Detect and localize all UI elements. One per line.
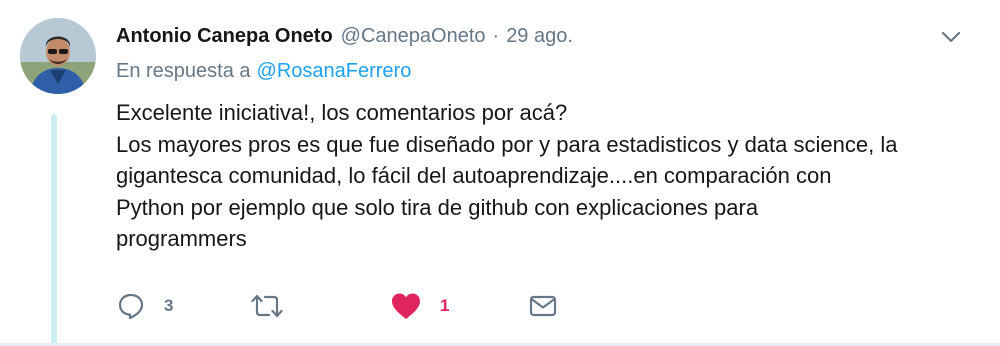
tweet-text: Excelente iniciativa!, los comentarios p… (116, 97, 986, 255)
like-button[interactable]: 1 (390, 289, 449, 323)
speech-bubble-icon (118, 293, 144, 320)
avatar-photo (20, 18, 96, 94)
tweet-card[interactable]: Antonio Canepa Oneto @CanepaOneto · 29 a… (0, 0, 1000, 346)
header-separator: · (492, 24, 500, 47)
reply-to-link[interactable]: @RosanaFerrero (257, 60, 412, 82)
author-name[interactable]: Antonio Canepa Oneto (116, 25, 333, 48)
tweet-text-line: Python por ejemplo que solo tira de gith… (116, 194, 759, 220)
reply-count: 3 (164, 296, 174, 315)
thread-line (51, 114, 57, 346)
action-bar: 3 1 (116, 289, 996, 323)
tweet-text-line: programmers (116, 226, 247, 251)
retweet-button[interactable] (250, 289, 302, 323)
tweet-header: Antonio Canepa Oneto @CanepaOneto · 29 a… (116, 19, 980, 53)
retweet-icon (251, 294, 283, 318)
tweet-text-line: gigantesca comunidad, lo fácil del autoa… (116, 163, 832, 188)
direct-message-button[interactable] (528, 289, 558, 323)
tweet-text-line: Excelente iniciativa!, los comentarios p… (116, 100, 568, 125)
reply-context: En respuesta a @RosanaFerrero (116, 60, 411, 83)
timestamp[interactable]: 29 ago. (506, 25, 573, 48)
reply-prefix: En respuesta a (116, 60, 251, 82)
chevron-down-icon[interactable] (936, 22, 966, 52)
reply-button[interactable]: 3 (116, 289, 173, 323)
like-count: 1 (440, 296, 450, 315)
envelope-icon (529, 295, 557, 317)
heart-icon (392, 293, 420, 319)
author-handle[interactable]: @CanepaOneto (341, 25, 486, 48)
avatar[interactable] (20, 18, 96, 94)
tweet-text-line: Los mayores pros es que fue diseñado por… (116, 131, 898, 157)
